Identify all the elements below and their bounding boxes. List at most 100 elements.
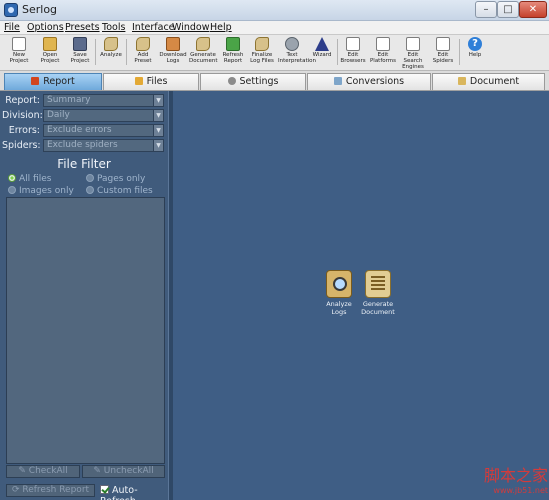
tab-conversions[interactable]: Conversions — [307, 73, 431, 90]
action-label: Analyze — [326, 300, 352, 308]
chevron-down-icon: ▼ — [153, 125, 163, 136]
errors-label: Errors: — [8, 125, 40, 136]
file-list[interactable] — [6, 197, 165, 464]
uncheck-all-icon: ✎ — [93, 466, 104, 476]
spiders-select[interactable]: Exclude spiders ▼ — [43, 139, 164, 152]
checkbox-checked-icon — [100, 485, 109, 494]
check-all-button[interactable]: ✎ CheckAll — [6, 465, 80, 478]
minimize-button[interactable]: – — [475, 1, 497, 18]
check-all-icon: ✎ — [18, 466, 29, 476]
finalize-log-files-icon — [255, 37, 269, 51]
tab-label: Conversions — [345, 76, 405, 87]
toolbar-label: Download Logs — [159, 52, 187, 64]
toolbar-label: New Project — [9, 52, 29, 64]
toolbar-label: Refresh Report — [222, 52, 244, 64]
chevron-down-icon: ▼ — [153, 95, 163, 106]
edit-browsers-button[interactable]: Edit Browsers — [339, 37, 367, 69]
edit-spiders-button[interactable]: Edit Spiders — [429, 37, 457, 69]
errors-select[interactable]: Exclude errors ▼ — [43, 124, 164, 137]
radio-images-only[interactable]: Images only — [8, 186, 74, 196]
settings-tab-icon — [227, 77, 236, 85]
report-tab-icon — [31, 77, 40, 85]
tab-label: Files — [146, 76, 168, 87]
radio-all-files[interactable]: All files — [8, 174, 51, 184]
edit-platforms-button[interactable]: Edit Platforms — [369, 37, 397, 69]
maximize-button[interactable]: □ — [497, 1, 519, 18]
edit-platforms-icon — [376, 37, 390, 51]
report-label: Report: — [5, 95, 40, 106]
spiders-label: Spiders: — [2, 140, 41, 151]
auto-refresh-checkbox[interactable]: Auto-Refresh — [100, 485, 168, 500]
window-title: Serlog — [22, 3, 58, 16]
toolbar-label: Wizard — [312, 52, 332, 58]
menu-help[interactable]: Help — [210, 22, 232, 33]
menu-window[interactable]: Window — [172, 22, 209, 33]
finalize-log-files-button[interactable]: Finalize Log Files — [248, 37, 276, 69]
menu-interface[interactable]: Interface — [132, 22, 175, 33]
radio-selected-icon — [8, 174, 16, 182]
generate-document-button[interactable]: Generate Document — [189, 37, 218, 69]
download-logs-icon — [166, 37, 180, 51]
analyze-button[interactable]: Analyze — [97, 37, 125, 69]
watermark-title: 脚本之家 — [483, 466, 548, 485]
toolbar-label: Help — [468, 52, 482, 58]
text-interpretation-button[interactable]: Text Interpretation — [278, 37, 316, 69]
analyze-logs-action[interactable]: Analyze Logs — [319, 270, 359, 316]
add-preset-button[interactable]: Add Preset — [129, 37, 157, 69]
toolbar-label: Finalize Log Files — [250, 52, 274, 64]
analyze-logs-icon — [326, 270, 352, 298]
tab-settings[interactable]: Settings — [200, 73, 306, 90]
tab-report[interactable]: Report — [4, 73, 102, 90]
division-label: Division: — [2, 110, 43, 121]
radio-pages-only[interactable]: Pages only — [86, 174, 145, 184]
radio-custom-files[interactable]: Custom files — [86, 186, 153, 196]
menu-file[interactable]: File — [4, 22, 20, 33]
close-button[interactable]: ✕ — [519, 1, 547, 18]
tab-label: Report — [43, 76, 75, 87]
download-logs-button[interactable]: Download Logs — [159, 37, 187, 69]
left-panel: Report: Summary ▼ Division: Daily ▼ Erro… — [0, 91, 168, 500]
action-label: Document — [361, 308, 395, 316]
toolbar-label: Edit Search Engines — [402, 52, 424, 70]
help-button[interactable]: ? Help — [461, 37, 489, 69]
chevron-down-icon: ▼ — [153, 110, 163, 121]
watermark-url: www.jb51.net — [493, 486, 548, 495]
generate-document-icon — [365, 270, 391, 298]
toolbar-label: Add Preset — [134, 52, 152, 64]
add-preset-icon — [136, 37, 150, 51]
report-select[interactable]: Summary ▼ — [43, 94, 164, 107]
toolbar-label: Generate Document — [189, 52, 218, 64]
division-value: Daily — [47, 110, 70, 120]
new-project-button[interactable]: New Project — [5, 37, 33, 69]
radio-label: Images only — [19, 186, 74, 196]
tab-files[interactable]: Files — [103, 73, 199, 90]
button-label: UncheckAll — [103, 466, 154, 476]
tab-document[interactable]: Document — [432, 73, 545, 90]
chevron-down-icon: ▼ — [153, 140, 163, 151]
open-project-button[interactable]: Open Project — [36, 37, 64, 69]
generate-document-action[interactable]: Generate Document — [358, 270, 398, 316]
toolbar-separator — [337, 39, 338, 65]
toolbar-label: Save Project — [70, 52, 90, 64]
menu-bar: File Options Presets Tools Interface Win… — [0, 21, 549, 35]
wizard-button[interactable]: Wizard — [308, 37, 336, 69]
tab-label: Document — [469, 76, 520, 87]
edit-browsers-icon — [346, 37, 360, 51]
menu-options[interactable]: Options — [27, 22, 64, 33]
generate-document-icon — [196, 37, 210, 51]
edit-search-engines-button[interactable]: Edit Search Engines — [399, 37, 427, 70]
uncheck-all-button[interactable]: ✎ UncheckAll — [82, 465, 165, 478]
refresh-report-button[interactable]: Refresh Report — [219, 37, 247, 69]
toolbar-label: Analyze — [100, 52, 122, 58]
radio-icon — [86, 186, 94, 194]
menu-presets[interactable]: Presets — [65, 22, 100, 33]
refresh-report-button-panel[interactable]: ⟳ Refresh Report — [6, 484, 95, 497]
refresh-report-icon — [226, 37, 240, 51]
division-select[interactable]: Daily ▼ — [43, 109, 164, 122]
radio-icon — [86, 174, 94, 182]
action-label: Generate — [362, 300, 394, 308]
refresh-icon: ⟳ — [11, 485, 23, 495]
menu-tools[interactable]: Tools — [102, 22, 125, 33]
title-bar: Serlog – □ ✕ — [0, 0, 549, 21]
save-project-button[interactable]: Save Project — [66, 37, 94, 69]
